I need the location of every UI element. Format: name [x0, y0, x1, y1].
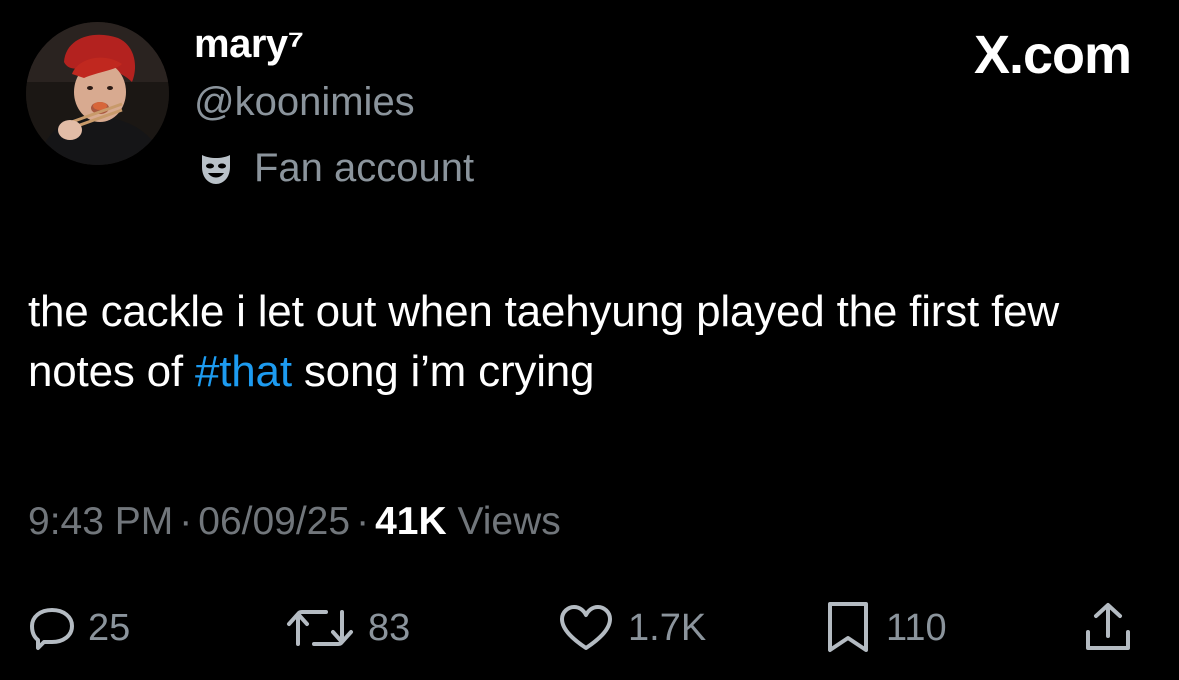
theater-mask-icon	[202, 155, 230, 184]
bookmark-button[interactable]: 110	[822, 598, 947, 658]
avatar[interactable]	[26, 22, 169, 165]
heart-icon	[560, 605, 612, 650]
separator: ·	[356, 500, 370, 543]
user-handle[interactable]: @koonimies	[194, 80, 415, 125]
account-label: Fan account	[196, 144, 474, 192]
tweet-text: the cackle i let out when taehyung playe…	[28, 282, 1148, 402]
repost-button[interactable]: 83	[284, 598, 410, 658]
brand-logo: X.com	[973, 25, 1132, 85]
repost-count: 83	[368, 606, 411, 649]
hashtag-link[interactable]: #that	[195, 347, 292, 396]
views-label: Views	[457, 500, 561, 543]
separator: ·	[179, 500, 193, 543]
tweet-meta: 9:43 PM · 06/09/25 · 41K Views	[28, 500, 561, 544]
tweet-date[interactable]: 06/09/25	[198, 500, 350, 543]
share-icon	[1086, 603, 1130, 650]
action-bar: 25 83 1.7K 110	[0, 598, 1179, 658]
reply-icon	[30, 608, 74, 650]
display-name[interactable]: mary⁷	[194, 22, 304, 67]
repost-icon	[287, 610, 353, 646]
account-label-text: Fan account	[254, 145, 475, 190]
bookmark-icon	[828, 602, 868, 652]
like-count: 1.7K	[628, 606, 707, 649]
views-count: 41K	[375, 500, 447, 543]
avatar-image	[26, 22, 169, 165]
reply-count: 25	[88, 606, 131, 649]
bookmark-count: 110	[886, 606, 947, 649]
share-button[interactable]	[1080, 598, 1136, 658]
tweet-time[interactable]: 9:43 PM	[28, 500, 173, 543]
like-button[interactable]: 1.7K	[556, 598, 706, 658]
tweet-text-part: song i’m crying	[291, 347, 595, 396]
reply-button[interactable]: 25	[28, 598, 130, 658]
